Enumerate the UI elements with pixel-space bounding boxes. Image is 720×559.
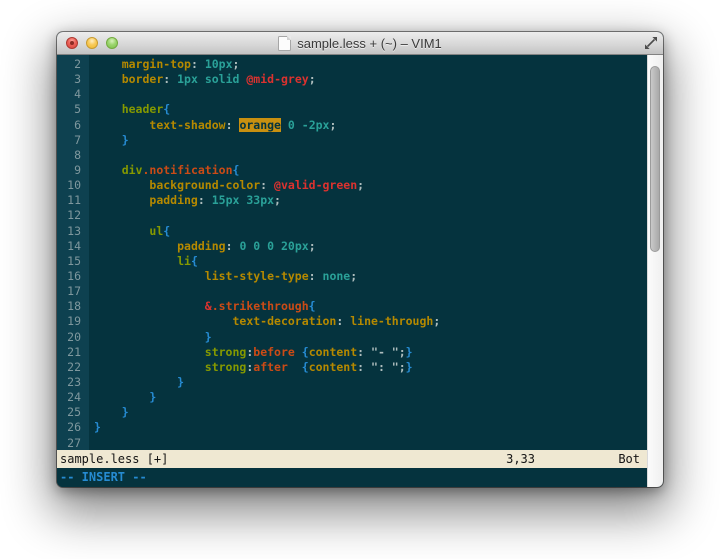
document-icon: [278, 36, 291, 51]
zoom-button[interactable]: [106, 37, 118, 49]
code-line: }: [94, 133, 647, 148]
code-line: margin-top: 10px;: [94, 57, 647, 72]
line-number: 5: [57, 102, 89, 117]
code-line: }: [94, 405, 647, 420]
code-editor[interactable]: 2345678910111213141516171819202122232425…: [57, 55, 647, 450]
line-number: 26: [57, 420, 89, 435]
code-line: li{: [94, 254, 647, 269]
insert-mode-indicator: -- INSERT --: [60, 470, 147, 484]
editor-column: 2345678910111213141516171819202122232425…: [57, 55, 647, 487]
code-line: strong:before {content: "- ";}: [94, 345, 647, 360]
scrollbar-thumb[interactable]: [650, 66, 660, 252]
line-number: 16: [57, 269, 89, 284]
line-number: 14: [57, 239, 89, 254]
window-content: 2345678910111213141516171819202122232425…: [57, 55, 663, 487]
window-controls: [66, 37, 118, 49]
line-number: 6: [57, 118, 89, 133]
code-line: [94, 284, 647, 299]
code-line: strong:after {content: ": ";}: [94, 360, 647, 375]
code-line: [94, 87, 647, 102]
code-line: [94, 148, 647, 163]
code-line: background-color: @valid-green;: [94, 178, 647, 193]
window-title: sample.less + (~) – VIM1: [297, 36, 442, 51]
line-number: 18: [57, 299, 89, 314]
window-title-group: sample.less + (~) – VIM1: [278, 36, 442, 51]
line-number: 25: [57, 405, 89, 420]
line-number: 7: [57, 133, 89, 148]
code-line: padding: 15px 33px;: [94, 193, 647, 208]
line-number: 13: [57, 224, 89, 239]
code-line: }: [94, 420, 647, 435]
line-number: 4: [57, 87, 89, 102]
line-number: 3: [57, 72, 89, 87]
code-lines: margin-top: 10px; border: 1px solid @mid…: [89, 55, 647, 450]
vim-window: sample.less + (~) – VIM1 234567891011121…: [57, 32, 663, 487]
code-line: header{: [94, 102, 647, 117]
code-line: border: 1px solid @mid-grey;: [94, 72, 647, 87]
desktop: sample.less + (~) – VIM1 234567891011121…: [0, 0, 720, 559]
scrollbar-track[interactable]: [647, 55, 663, 487]
line-number: 12: [57, 208, 89, 223]
code-line: list-style-type: none;: [94, 269, 647, 284]
code-line: }: [94, 390, 647, 405]
line-number: 10: [57, 178, 89, 193]
line-number: 21: [57, 345, 89, 360]
line-number: 22: [57, 360, 89, 375]
line-number: 24: [57, 390, 89, 405]
close-button[interactable]: [66, 37, 78, 49]
code-line: &.strikethrough{: [94, 299, 647, 314]
minimize-button[interactable]: [86, 37, 98, 49]
code-line: }: [94, 375, 647, 390]
code-line: padding: 0 0 0 20px;: [94, 239, 647, 254]
line-number: 23: [57, 375, 89, 390]
line-number: 2: [57, 57, 89, 72]
statusline-scroll-position: Bot: [618, 450, 640, 468]
title-bar[interactable]: sample.less + (~) – VIM1: [57, 32, 663, 55]
line-number: 15: [57, 254, 89, 269]
line-number: 8: [57, 148, 89, 163]
line-number: 20: [57, 330, 89, 345]
line-number: 11: [57, 193, 89, 208]
code-line: [94, 436, 647, 450]
gutter: 2345678910111213141516171819202122232425…: [57, 55, 89, 450]
code-line: text-decoration: line-through;: [94, 314, 647, 329]
vim-statusline: sample.less [+] 3,33 Bot: [57, 450, 647, 468]
statusline-ruler: 3,33: [506, 450, 535, 468]
vim-commandline: -- INSERT --: [57, 468, 647, 487]
line-number: 9: [57, 163, 89, 178]
code-line: div.notification{: [94, 163, 647, 178]
code-line: [94, 208, 647, 223]
statusline-filename: sample.less [+]: [60, 452, 168, 466]
code-line: ul{: [94, 224, 647, 239]
line-number: 27: [57, 436, 89, 450]
line-number: 19: [57, 314, 89, 329]
code-line: }: [94, 330, 647, 345]
fullscreen-button[interactable]: [644, 36, 658, 50]
line-number: 17: [57, 284, 89, 299]
code-line: text-shadow: orange 0 -2px;: [94, 118, 647, 133]
fullscreen-arrows-icon: [644, 36, 658, 50]
